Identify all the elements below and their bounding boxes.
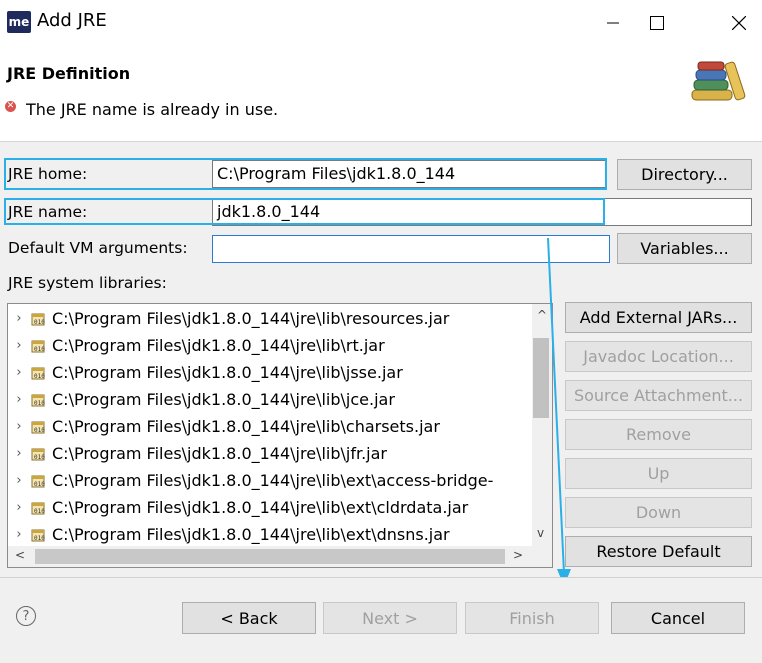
app-icon: me xyxy=(7,11,31,33)
minimize-icon[interactable] xyxy=(590,0,636,46)
list-item[interactable]: › 010 C:\Program Files\jdk1.8.0_144\jre\li… xyxy=(8,413,440,440)
svg-text:010: 010 xyxy=(34,400,45,407)
list-item[interactable]: › 010 C:\Program Files\jdk1.8.0_144\jre\li… xyxy=(8,467,493,494)
add-external-jars-button[interactable]: Add External JARs... xyxy=(565,302,752,333)
wizard-header: JRE Definition ✕ The JRE name is already… xyxy=(0,46,762,142)
libraries-label: JRE system libraries: xyxy=(8,274,167,292)
jre-name-label: JRE name: xyxy=(8,203,88,221)
wizard-footer: ? < Back Next > Finish Cancel xyxy=(0,577,762,663)
library-path: C:\Program Files\jdk1.8.0_144\jre\lib\jc… xyxy=(52,390,395,409)
library-path: C:\Program Files\jdk1.8.0_144\jre\lib\ch… xyxy=(52,417,440,436)
down-button[interactable]: Down xyxy=(565,497,752,528)
error-message: The JRE name is already in use. xyxy=(26,100,279,119)
svg-text:010: 010 xyxy=(34,346,45,353)
up-button[interactable]: Up xyxy=(565,458,752,489)
close-icon[interactable] xyxy=(716,0,762,46)
title-bar: me Add JRE xyxy=(0,0,762,46)
window-title: Add JRE xyxy=(37,10,107,31)
svg-text:010: 010 xyxy=(34,481,45,488)
scroll-left-icon[interactable]: < xyxy=(15,548,25,562)
list-item[interactable]: › 010 C:\Program Files\jdk1.8.0_144\jre\li… xyxy=(8,494,468,521)
library-path: C:\Program Files\jdk1.8.0_144\jre\lib\jf… xyxy=(52,444,387,463)
finish-button[interactable]: Finish xyxy=(465,602,599,634)
list-item[interactable]: › 010 C:\Program Files\jdk1.8.0_144\jre\li… xyxy=(8,521,450,548)
expand-chevron-icon[interactable]: › xyxy=(8,365,30,380)
expand-chevron-icon[interactable]: › xyxy=(8,338,30,353)
remove-button[interactable]: Remove xyxy=(565,419,752,450)
jar-file-icon: 010 xyxy=(30,500,46,516)
list-item[interactable]: › 010 C:\Program Files\jdk1.8.0_144\jre\li… xyxy=(8,359,403,386)
jre-home-label: JRE home: xyxy=(8,165,88,183)
cancel-button[interactable]: Cancel xyxy=(611,602,745,634)
list-item[interactable]: › 010 C:\Program Files\jdk1.8.0_144\jre\li… xyxy=(8,305,449,332)
help-icon[interactable]: ? xyxy=(16,606,36,626)
directory-button[interactable]: Directory... xyxy=(617,159,752,190)
list-item[interactable]: › 010 C:\Program Files\jdk1.8.0_144\jre\li… xyxy=(8,386,395,413)
jar-file-icon: 010 xyxy=(30,446,46,462)
expand-chevron-icon[interactable]: › xyxy=(8,419,30,434)
library-path: C:\Program Files\jdk1.8.0_144\jre\lib\rt… xyxy=(52,336,385,355)
error-icon: ✕ xyxy=(5,101,16,112)
jar-file-icon: 010 xyxy=(30,338,46,354)
svg-text:010: 010 xyxy=(34,319,45,326)
library-path: C:\Program Files\jdk1.8.0_144\jre\lib\js… xyxy=(52,363,403,382)
annotation-arrow xyxy=(547,237,571,586)
javadoc-location-button[interactable]: Javadoc Location... xyxy=(565,341,752,372)
wizard-body: JRE home: C:\Program Files\jdk1.8.0_144 … xyxy=(0,142,762,577)
maximize-icon[interactable] xyxy=(634,0,680,46)
jar-file-icon: 010 xyxy=(30,365,46,381)
library-path: C:\Program Files\jdk1.8.0_144\jre\lib\ex… xyxy=(52,471,494,490)
library-path: C:\Program Files\jdk1.8.0_144\jre\lib\ex… xyxy=(52,498,469,517)
expand-chevron-icon[interactable]: › xyxy=(8,311,30,326)
expand-chevron-icon[interactable]: › xyxy=(8,392,30,407)
expand-chevron-icon[interactable]: › xyxy=(8,446,30,461)
svg-text:010: 010 xyxy=(34,427,45,434)
scroll-right-icon[interactable]: > xyxy=(513,548,523,562)
list-item[interactable]: › 010 C:\Program Files\jdk1.8.0_144\jre\li… xyxy=(8,440,387,467)
vm-args-label: Default VM arguments: xyxy=(8,239,188,257)
svg-text:010: 010 xyxy=(34,535,45,542)
jar-file-icon: 010 xyxy=(30,392,46,408)
jar-file-icon: 010 xyxy=(30,419,46,435)
library-path: C:\Program Files\jdk1.8.0_144\jre\lib\re… xyxy=(52,309,450,328)
expand-chevron-icon[interactable]: › xyxy=(8,527,30,542)
back-button[interactable]: < Back xyxy=(182,602,316,634)
library-path: C:\Program Files\jdk1.8.0_144\jre\lib\ex… xyxy=(52,525,450,544)
page-title: JRE Definition xyxy=(7,64,131,83)
jar-file-icon: 010 xyxy=(30,527,46,543)
restore-default-button[interactable]: Restore Default xyxy=(565,536,752,567)
jar-file-icon: 010 xyxy=(30,311,46,327)
library-books-icon xyxy=(691,61,746,101)
svg-text:010: 010 xyxy=(34,373,45,380)
jar-file-icon: 010 xyxy=(30,473,46,489)
horizontal-scroll-thumb[interactable] xyxy=(35,549,505,564)
libraries-list[interactable]: › 010 C:\Program Files\jdk1.8.0_144\jre\li… xyxy=(7,303,553,568)
expand-chevron-icon[interactable]: › xyxy=(8,500,30,515)
source-attachment-button[interactable]: Source Attachment... xyxy=(565,380,752,411)
jre-home-input[interactable]: C:\Program Files\jdk1.8.0_144 xyxy=(212,160,606,188)
expand-chevron-icon[interactable]: › xyxy=(8,473,30,488)
next-button[interactable]: Next > xyxy=(323,602,457,634)
svg-text:010: 010 xyxy=(34,454,45,461)
variables-button[interactable]: Variables... xyxy=(617,233,752,264)
horizontal-scrollbar[interactable]: < > xyxy=(8,546,552,567)
svg-text:010: 010 xyxy=(34,508,45,515)
list-item[interactable]: › 010 C:\Program Files\jdk1.8.0_144\jre\li… xyxy=(8,332,385,359)
jre-name-input[interactable]: jdk1.8.0_144 xyxy=(212,198,752,226)
